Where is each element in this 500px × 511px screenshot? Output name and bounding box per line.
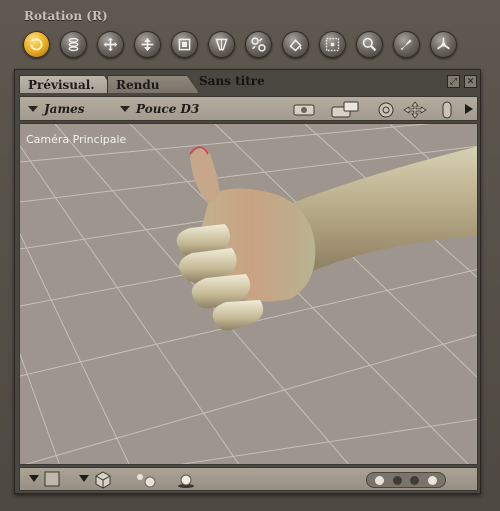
resize-icon: ⤢ xyxy=(449,76,458,87)
document-tabs: Prévisual. Rendu Sans titre ⤢ ✕ xyxy=(15,70,480,93)
camera-name-label[interactable]: Caméra Principale xyxy=(26,133,126,146)
chevron-down-icon xyxy=(28,106,38,112)
camera-scale-icon[interactable] xyxy=(441,101,453,119)
resize-window-button[interactable]: ⤢ xyxy=(447,75,460,88)
window-title: Sans titre xyxy=(199,74,265,88)
tab-preview[interactable]: Prévisual. xyxy=(19,75,115,93)
viewport-options-bar: James Pouce D3 xyxy=(19,96,478,121)
direct-manipulation-icon xyxy=(437,37,450,50)
background-color-icon[interactable] xyxy=(44,471,60,487)
morph-brush-tool-button[interactable] xyxy=(393,31,420,58)
ground-shadow-icon[interactable] xyxy=(134,471,158,489)
twist-icon xyxy=(68,37,79,52)
memory-dots xyxy=(366,472,446,488)
taper-tool-button[interactable] xyxy=(208,31,235,58)
rotate-tool-button[interactable] xyxy=(23,31,50,58)
chain-break-tool-button[interactable] xyxy=(245,31,272,58)
camera-move-xy-icon[interactable] xyxy=(402,101,428,119)
grouping-icon xyxy=(325,37,340,52)
camera-rotate-trackball-icon[interactable] xyxy=(377,101,395,119)
display-style-icon[interactable] xyxy=(292,101,316,117)
color-icon xyxy=(289,39,302,52)
translate-tool-button[interactable] xyxy=(97,31,124,58)
translate-in-out-tool-button[interactable] xyxy=(134,31,161,58)
document-display-style-icon[interactable] xyxy=(330,101,360,119)
tool-title: Rotation (R) xyxy=(24,9,108,23)
body-part-selector-value: Pouce D3 xyxy=(136,102,200,116)
twist-tool-button[interactable] xyxy=(60,31,87,58)
view-magnify-icon xyxy=(362,37,377,52)
memory-dot[interactable] xyxy=(410,475,420,485)
memory-dot[interactable] xyxy=(375,475,385,485)
body-part-selector[interactable]: Pouce D3 xyxy=(120,102,199,116)
taper-icon xyxy=(215,38,228,51)
chevron-down-icon xyxy=(120,106,130,112)
morph-brush-icon xyxy=(400,39,412,51)
close-window-button[interactable]: ✕ xyxy=(464,75,477,88)
figure-selector-value: James xyxy=(44,102,85,116)
3d-viewport[interactable]: Caméra Principale xyxy=(19,123,478,465)
document-window: Prévisual. Rendu Sans titre ⤢ ✕ James Po… xyxy=(14,69,481,494)
ground-grid xyxy=(20,124,477,464)
rotate-icon xyxy=(30,37,43,51)
direct-manipulation-tool-button[interactable] xyxy=(430,31,457,58)
translate-in-out-icon xyxy=(141,37,154,52)
chain-break-icon xyxy=(251,37,266,52)
view-magnify-tool-button[interactable] xyxy=(356,31,383,58)
color-tool-button[interactable] xyxy=(282,31,309,58)
viewport-bottom-bar xyxy=(19,467,478,491)
figure-selector[interactable]: James xyxy=(28,102,85,116)
scale-tool-button[interactable] xyxy=(171,31,198,58)
memory-dot[interactable] xyxy=(392,475,402,485)
scale-icon xyxy=(178,38,191,51)
display-options-cube-icon[interactable] xyxy=(94,471,112,489)
memory-dot[interactable] xyxy=(427,475,437,485)
chevron-down-icon[interactable] xyxy=(78,474,90,484)
grouping-tool-button[interactable] xyxy=(319,31,346,58)
tab-render[interactable]: Rendu xyxy=(107,75,199,93)
translate-icon xyxy=(103,37,118,52)
sphere-render-icon[interactable] xyxy=(176,471,196,489)
chevron-down-icon[interactable] xyxy=(28,474,40,484)
close-icon: ✕ xyxy=(466,76,475,87)
more-options-arrow-icon[interactable] xyxy=(464,103,474,115)
